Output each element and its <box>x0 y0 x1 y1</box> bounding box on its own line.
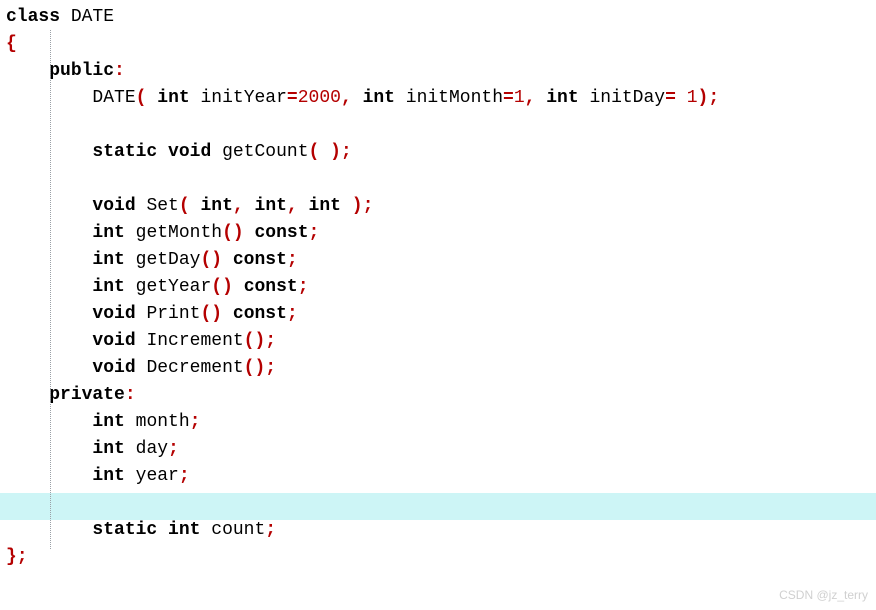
colon: : <box>125 385 136 405</box>
semicolon: ; <box>168 439 179 459</box>
kw-const: const <box>233 250 287 270</box>
brace-open: { <box>6 34 17 54</box>
equals: = <box>503 88 514 108</box>
parens: () <box>200 304 222 324</box>
equals: = <box>287 88 298 108</box>
ident: day <box>136 439 168 459</box>
kw-int: int <box>92 466 124 486</box>
kw-int: int <box>363 88 395 108</box>
num: 1 <box>687 88 698 108</box>
kw-int: int <box>546 88 578 108</box>
ident: initYear <box>200 88 286 108</box>
kw-int: int <box>92 412 124 432</box>
num: 2000 <box>298 88 341 108</box>
kw-int: int <box>92 223 124 243</box>
num: 1 <box>514 88 525 108</box>
semicolon: ; <box>190 412 201 432</box>
semicolon: ; <box>179 466 190 486</box>
paren-open: ( <box>179 196 190 216</box>
kw-const: const <box>254 223 308 243</box>
parens: () <box>200 250 222 270</box>
kw-int: int <box>200 196 232 216</box>
semicolon: ; <box>287 250 298 270</box>
ident: Decrement <box>146 358 243 378</box>
parens: () <box>211 277 233 297</box>
kw-void: void <box>168 142 211 162</box>
parens: (); <box>244 331 276 351</box>
code-text: class DATE { public: DATE( int initYear=… <box>0 0 876 571</box>
comma: , <box>525 88 536 108</box>
kw-void: void <box>92 304 135 324</box>
kw-int: int <box>92 277 124 297</box>
ident: month <box>136 412 190 432</box>
semicolon: ; <box>309 223 320 243</box>
kw-int: int <box>168 520 200 540</box>
comma: , <box>287 196 298 216</box>
ident: initDay <box>589 88 665 108</box>
kw-static: static <box>92 142 157 162</box>
comma: , <box>233 196 244 216</box>
semicolon: ; <box>265 520 276 540</box>
ident: getYear <box>136 277 212 297</box>
colon: : <box>114 61 125 81</box>
semicolon: ; <box>298 277 309 297</box>
kw-class: class <box>6 7 60 27</box>
paren-close: ); <box>698 88 720 108</box>
paren-close: ); <box>352 196 374 216</box>
watermark: CSDN @jz_terry <box>779 586 868 604</box>
semicolon: ; <box>287 304 298 324</box>
ident-DATE: DATE <box>71 7 114 27</box>
kw-const: const <box>244 277 298 297</box>
kw-void: void <box>92 331 135 351</box>
kw-public: public <box>49 61 114 81</box>
parens: () <box>222 223 244 243</box>
paren-open: ( <box>136 88 147 108</box>
parens: ( ); <box>309 142 352 162</box>
ident: Print <box>146 304 200 324</box>
ident: count <box>211 520 265 540</box>
kw-static: static <box>92 520 157 540</box>
ident: initMonth <box>406 88 503 108</box>
kw-void: void <box>92 358 135 378</box>
ctor-name: DATE <box>92 88 135 108</box>
kw-int: int <box>157 88 189 108</box>
ident: year <box>136 466 179 486</box>
kw-private: private <box>49 385 125 405</box>
comma: , <box>341 88 352 108</box>
parens: (); <box>244 358 276 378</box>
ident: getMonth <box>136 223 222 243</box>
equals: = <box>665 88 676 108</box>
ident: getCount <box>222 142 308 162</box>
ident: Increment <box>146 331 243 351</box>
kw-int: int <box>92 439 124 459</box>
code-block: class DATE { public: DATE( int initYear=… <box>0 0 876 571</box>
kw-const: const <box>233 304 287 324</box>
kw-int: int <box>255 196 287 216</box>
kw-int: int <box>309 196 341 216</box>
ident: Set <box>146 196 178 216</box>
kw-int: int <box>92 250 124 270</box>
ident: getDay <box>136 250 201 270</box>
kw-void: void <box>92 196 135 216</box>
brace-close: }; <box>6 547 28 567</box>
